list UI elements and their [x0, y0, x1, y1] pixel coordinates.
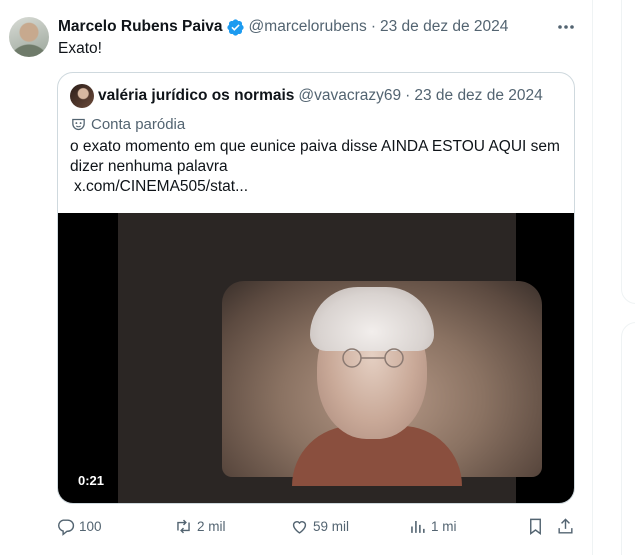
reply-count: 100 [79, 518, 102, 534]
separator-dot: · [405, 87, 411, 104]
view-count: 1 mi [431, 518, 457, 534]
tweet-date[interactable]: 23 de dez de 2024 [380, 18, 508, 36]
like-button[interactable]: 59 mil [290, 514, 349, 538]
parody-label-text: Conta paródia [91, 115, 186, 133]
repost-count: 2 mil [197, 518, 226, 534]
video-player[interactable]: 0:21 [58, 213, 574, 503]
quoted-tweet-header: valéria jurídico os normais @vavacrazy69… [70, 84, 543, 108]
quoted-tweet-link[interactable]: x.com/CINEMA505/stat... [74, 177, 248, 197]
bookmark-button[interactable] [526, 514, 549, 538]
theater-mask-icon [72, 118, 85, 130]
views-button[interactable]: 1 mi [408, 514, 457, 538]
tweet[interactable]: Marcelo Rubens Paiva @marcelorubens · 23… [0, 0, 592, 555]
video-frame [118, 213, 542, 503]
share-icon [558, 517, 573, 534]
like-count: 59 mil [313, 518, 350, 534]
reply-button[interactable]: 100 [56, 514, 102, 538]
sidebar-card [621, 0, 635, 304]
quoted-author-name: valéria jurídico os normais [98, 87, 295, 104]
video-still [222, 281, 542, 486]
video-timestamp: 0:21 [72, 471, 111, 491]
bookmark-icon [530, 518, 541, 535]
quoted-tweet[interactable]: valéria jurídico os normais @vavacrazy69… [57, 72, 575, 504]
repost-icon [177, 519, 190, 533]
sidebar-card [621, 322, 635, 555]
tweet-header: Marcelo Rubens Paiva @marcelorubens · 23… [58, 16, 508, 38]
more-options-icon[interactable] [556, 19, 576, 35]
author-avatar[interactable] [9, 17, 49, 57]
verified-badge-icon[interactable] [226, 18, 245, 37]
author-name[interactable]: Marcelo Rubens Paiva [58, 18, 223, 36]
separator-dot: · [370, 18, 376, 35]
heart-icon [292, 520, 307, 534]
views-chart-icon [411, 520, 425, 533]
reply-icon [58, 518, 75, 536]
timeline-divider [592, 0, 593, 555]
parody-label: Conta paródia [70, 113, 185, 135]
quoted-tweet-date: 23 de dez de 2024 [414, 87, 543, 104]
quoted-author-avatar [70, 84, 94, 108]
share-button[interactable] [556, 514, 579, 538]
tweet-text: Exato! [58, 40, 102, 57]
repost-button[interactable]: 2 mil [174, 514, 226, 538]
quoted-tweet-text: o exato momento em que eunice paiva diss… [70, 138, 560, 175]
tweet-actions: 100 2 mil 59 mil 1 mi [56, 514, 576, 538]
author-handle[interactable]: @marcelorubens [249, 18, 367, 36]
quoted-author-handle: @vavacrazy69 [298, 87, 402, 104]
